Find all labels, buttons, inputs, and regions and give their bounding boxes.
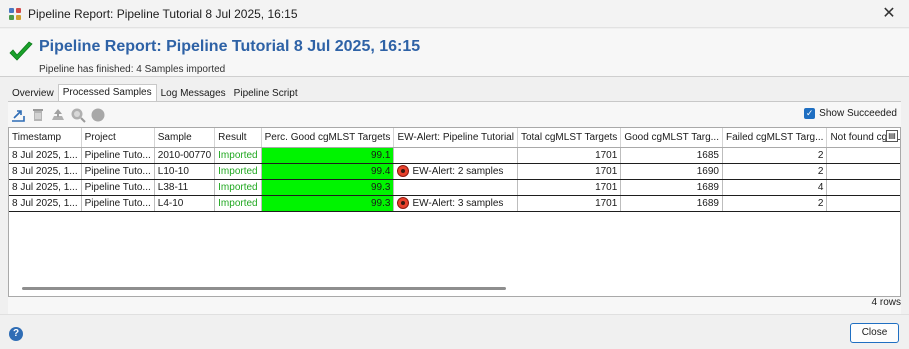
cell-not-found bbox=[826, 179, 900, 196]
column-header-good-targets[interactable]: Good cgMLST Targ... bbox=[620, 128, 723, 148]
cell-failed-targets: 4 bbox=[722, 179, 828, 196]
delete-icon[interactable] bbox=[30, 107, 46, 123]
app-grid-icon bbox=[9, 7, 21, 20]
table-header-row: Timestamp Project Sample Result Perc. Go… bbox=[9, 128, 900, 148]
cell-total-targets: 1701 bbox=[517, 147, 622, 164]
green-check-icon bbox=[9, 41, 33, 61]
cell-timestamp: 8 Jul 2025, 1... bbox=[9, 163, 82, 180]
search-icon[interactable] bbox=[70, 107, 86, 123]
window-close-icon[interactable]: ✕ bbox=[879, 4, 899, 24]
cell-total-targets: 1701 bbox=[517, 195, 622, 212]
cell-project: Pipeline Tuto... bbox=[81, 195, 155, 212]
ew-alert-icon bbox=[397, 165, 410, 177]
cell-total-targets: 1701 bbox=[517, 179, 622, 196]
help-icon[interactable]: ? bbox=[9, 327, 23, 341]
cell-good-targets: 1690 bbox=[620, 163, 723, 180]
stop-icon[interactable] bbox=[90, 107, 106, 123]
column-header-project[interactable]: Project bbox=[81, 128, 155, 148]
window-titlebar: Pipeline Report: Pipeline Tutorial 8 Jul… bbox=[0, 0, 909, 28]
tab-pipeline-script[interactable]: Pipeline Script bbox=[230, 86, 302, 101]
cell-result: Imported bbox=[214, 147, 262, 164]
cell-result: Imported bbox=[214, 195, 262, 212]
tab-bar: Overview Processed Samples Log Messages … bbox=[8, 84, 302, 101]
cell-project: Pipeline Tuto... bbox=[81, 179, 155, 196]
cell-project: Pipeline Tuto... bbox=[81, 147, 155, 164]
ew-alert-text: EW-Alert: 2 samples bbox=[412, 166, 504, 177]
cell-project: Pipeline Tuto... bbox=[81, 163, 155, 180]
cell-good-targets: 1689 bbox=[620, 179, 723, 196]
samples-table: Timestamp Project Sample Result Perc. Go… bbox=[8, 127, 901, 297]
cell-timestamp: 8 Jul 2025, 1... bbox=[9, 195, 82, 212]
close-button[interactable]: Close bbox=[850, 323, 899, 343]
cell-not-found bbox=[826, 147, 900, 164]
column-header-failed-targets[interactable]: Failed cgMLST Targ... bbox=[722, 128, 828, 148]
table-row[interactable]: 8 Jul 2025, 1... Pipeline Tuto... 2010-0… bbox=[9, 147, 900, 164]
cell-failed-targets: 2 bbox=[722, 163, 828, 180]
export-icon[interactable] bbox=[10, 107, 26, 123]
cell-not-found bbox=[826, 163, 900, 180]
ew-alert-icon bbox=[397, 197, 410, 209]
column-header-timestamp[interactable]: Timestamp bbox=[9, 128, 82, 148]
column-header-sample[interactable]: Sample bbox=[154, 128, 216, 148]
report-heading: Pipeline Report: Pipeline Tutorial 8 Jul… bbox=[39, 38, 421, 55]
table-toolbar bbox=[10, 107, 106, 123]
cell-perc-good: 99.3 bbox=[261, 179, 395, 196]
cell-result: Imported bbox=[214, 163, 262, 180]
cell-total-targets: 1701 bbox=[517, 163, 622, 180]
ew-alert-text: EW-Alert: 3 samples bbox=[412, 198, 504, 209]
cell-good-targets: 1685 bbox=[620, 147, 723, 164]
window-title: Pipeline Report: Pipeline Tutorial 8 Jul… bbox=[28, 6, 298, 21]
tab-processed-samples[interactable]: Processed Samples bbox=[57, 84, 157, 101]
column-chooser-icon[interactable]: ▤ bbox=[886, 130, 898, 142]
column-header-perc-good[interactable]: Perc. Good cgMLST Targets bbox=[261, 128, 395, 148]
table-row[interactable]: 8 Jul 2025, 1... Pipeline Tuto... L4-10 … bbox=[9, 195, 900, 212]
column-header-total-targets[interactable]: Total cgMLST Targets bbox=[517, 128, 622, 148]
cell-timestamp: 8 Jul 2025, 1... bbox=[9, 179, 82, 196]
checkbox-checked-icon[interactable]: ✓ bbox=[804, 108, 816, 119]
show-succeeded-checkbox[interactable]: ✓ Show Succeeded bbox=[804, 108, 897, 119]
report-status: Pipeline has finished: 4 Samples importe… bbox=[39, 64, 226, 75]
show-succeeded-label: Show Succeeded bbox=[819, 108, 897, 119]
cell-result: Imported bbox=[214, 179, 262, 196]
cell-perc-good: 99.4 bbox=[261, 163, 395, 180]
tab-overview[interactable]: Overview bbox=[8, 86, 58, 101]
horizontal-scrollbar[interactable] bbox=[22, 287, 506, 290]
table-row[interactable]: 8 Jul 2025, 1... Pipeline Tuto... L38-11… bbox=[9, 179, 900, 196]
cell-sample: L4-10 bbox=[154, 195, 216, 212]
cell-good-targets: 1689 bbox=[620, 195, 723, 212]
cell-failed-targets: 2 bbox=[722, 195, 828, 212]
cell-ew-alert bbox=[393, 179, 518, 196]
cell-timestamp: 8 Jul 2025, 1... bbox=[9, 147, 82, 164]
cell-failed-targets: 2 bbox=[722, 147, 828, 164]
cell-not-found bbox=[826, 195, 900, 212]
footer-divider bbox=[0, 314, 909, 315]
column-header-ew-alert[interactable]: EW-Alert: Pipeline Tutorial bbox=[393, 128, 518, 148]
cell-perc-good: 99.1 bbox=[261, 147, 395, 164]
report-header: Pipeline Report: Pipeline Tutorial 8 Jul… bbox=[0, 29, 909, 76]
cell-ew-alert[interactable]: EW-Alert: 3 samples bbox=[393, 195, 518, 212]
cell-perc-good: 99.3 bbox=[261, 195, 395, 212]
cell-sample: L38-11 bbox=[154, 179, 216, 196]
header-divider bbox=[0, 76, 909, 77]
cell-ew-alert[interactable]: EW-Alert: 2 samples bbox=[393, 163, 518, 180]
cell-sample: L10-10 bbox=[154, 163, 216, 180]
upload-icon[interactable] bbox=[50, 107, 66, 123]
tab-log-messages[interactable]: Log Messages bbox=[157, 86, 230, 101]
column-header-result[interactable]: Result bbox=[214, 128, 262, 148]
cell-sample: 2010-00770 bbox=[154, 147, 216, 164]
table-row[interactable]: 8 Jul 2025, 1... Pipeline Tuto... L10-10… bbox=[9, 163, 900, 180]
cell-ew-alert bbox=[393, 147, 518, 164]
row-count: 4 rows bbox=[871, 297, 901, 308]
